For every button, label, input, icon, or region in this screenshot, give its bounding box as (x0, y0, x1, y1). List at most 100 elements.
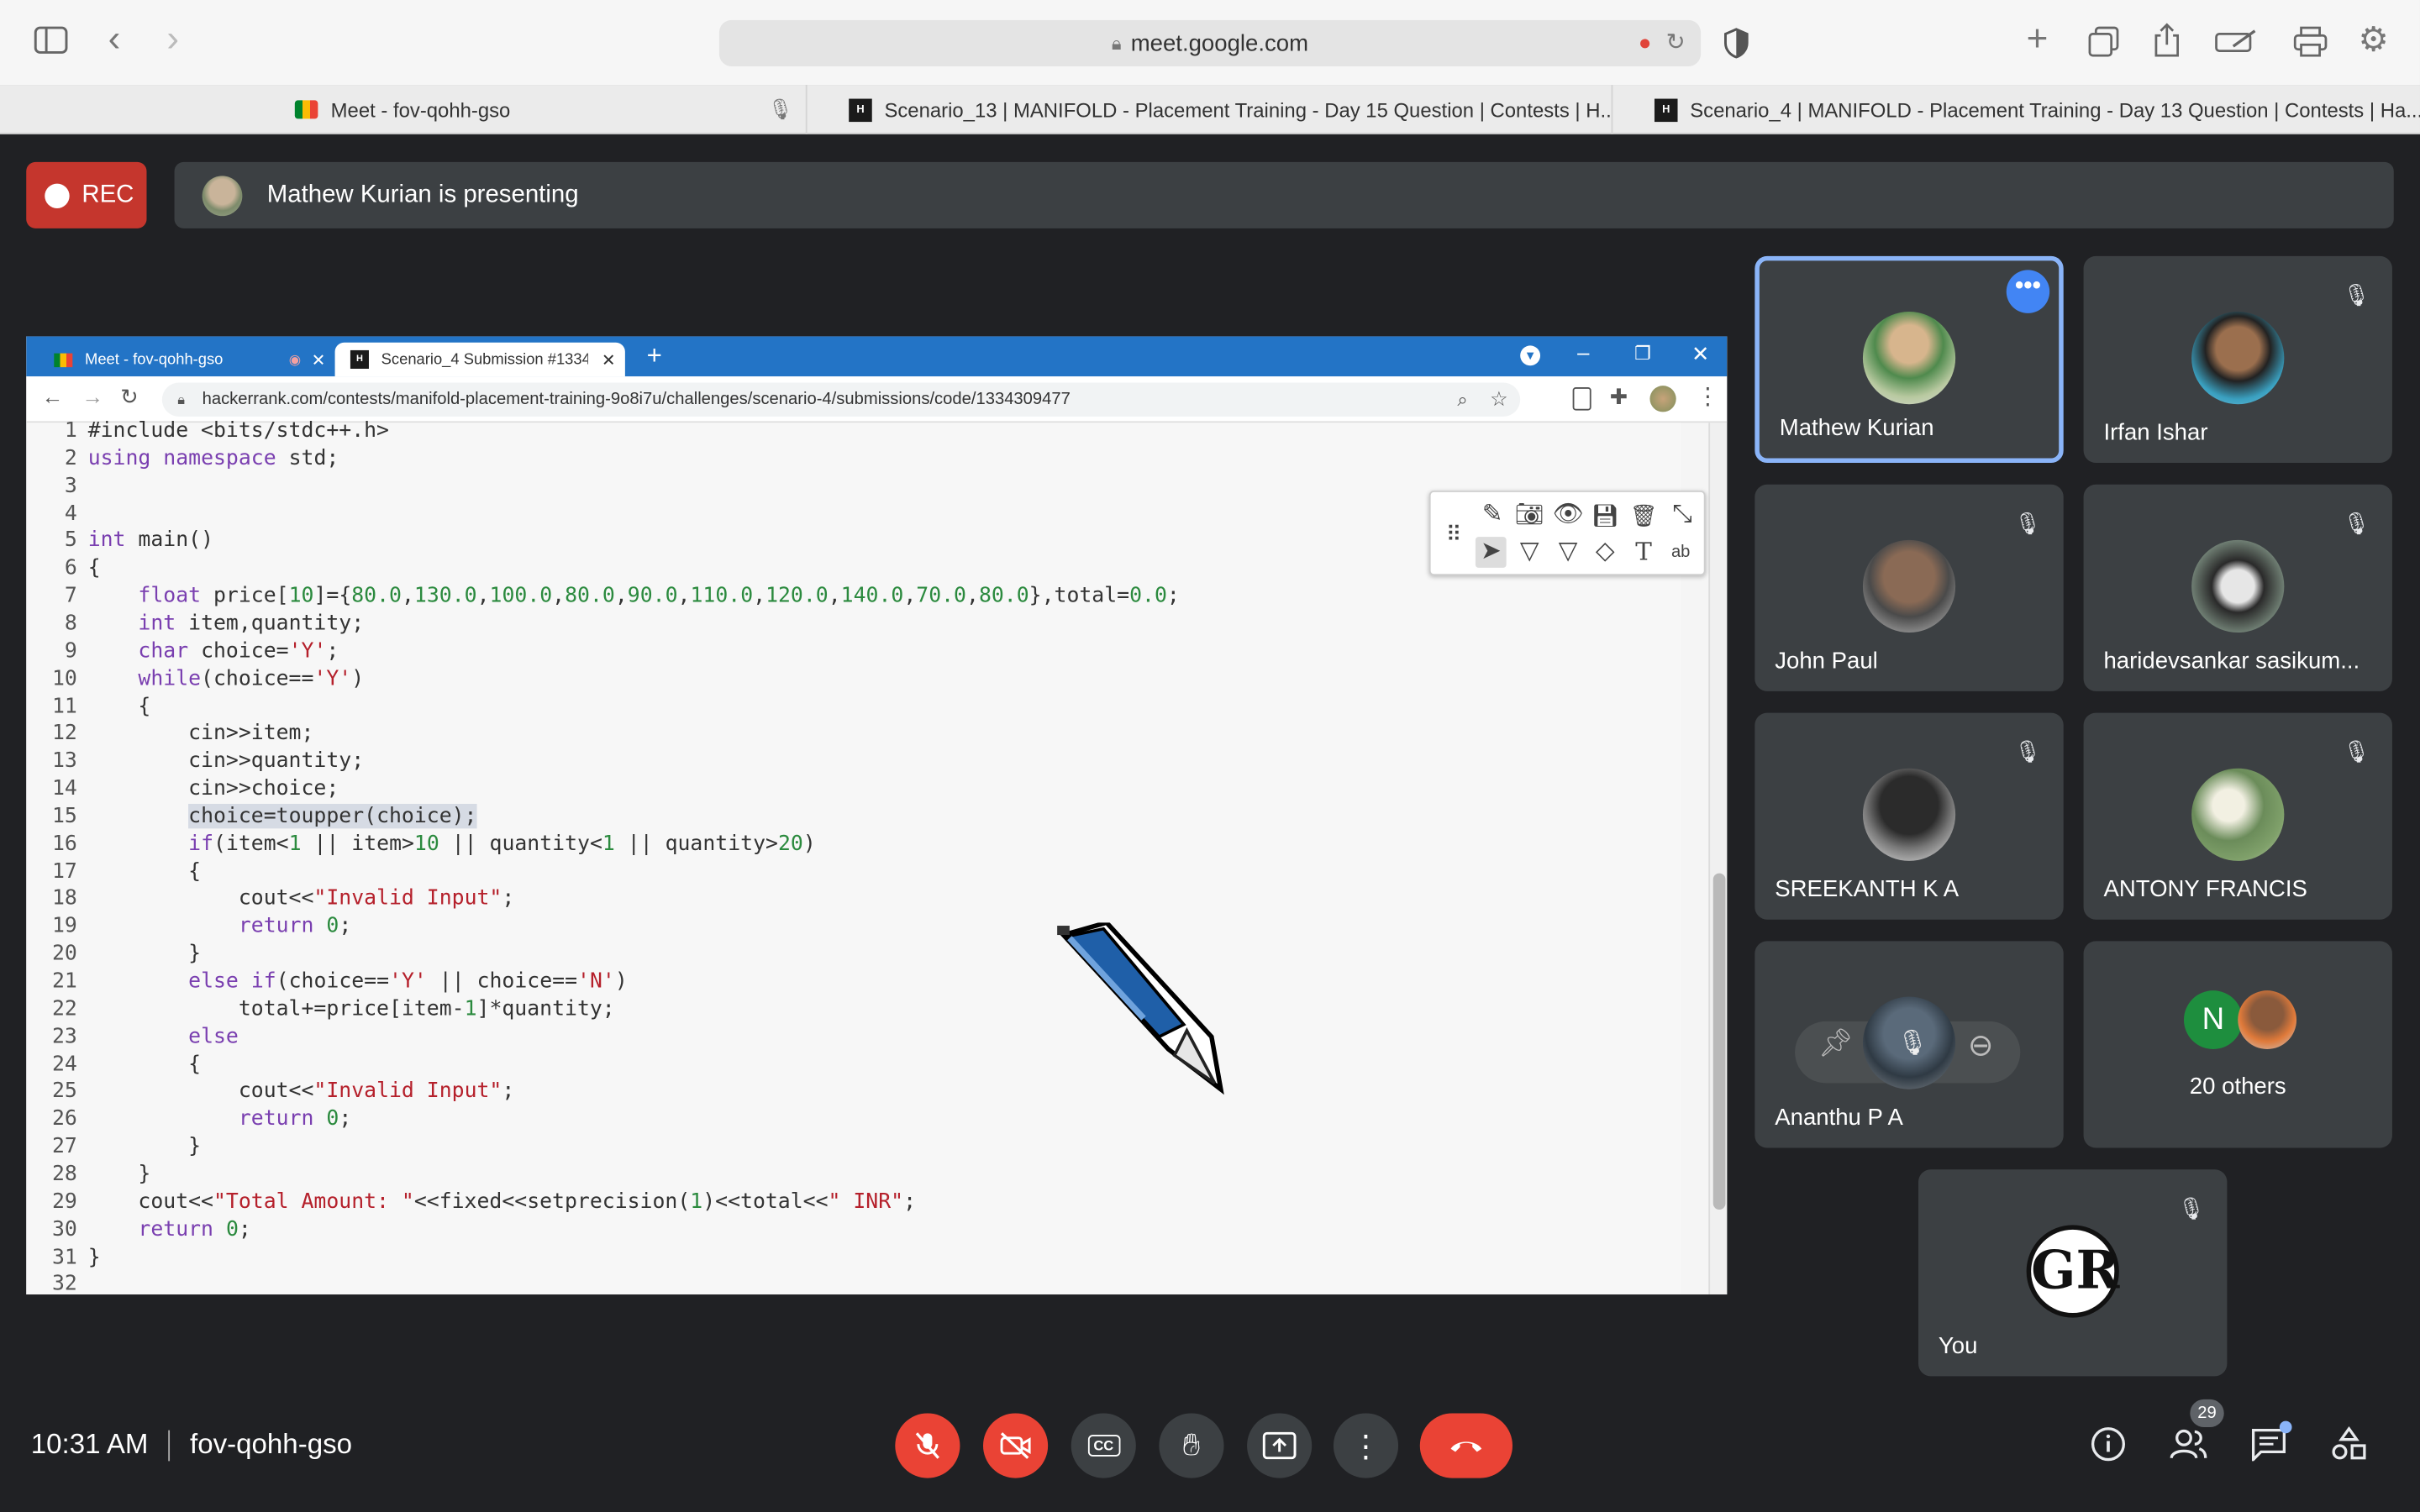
close-icon: ✕ (601, 350, 616, 370)
url-text: hackerrank.com/contests/manifold-placeme… (202, 390, 1071, 409)
avatar (2238, 990, 2297, 1049)
code-line: 27 } (26, 1132, 201, 1160)
avatar (2191, 539, 2285, 633)
present-button[interactable] (1247, 1413, 1313, 1478)
code-text: choice=toupper(choice); (188, 803, 477, 829)
code-text: total+=price[item-1]*quantity; (87, 996, 615, 1021)
print-icon[interactable] (2293, 26, 2328, 63)
recording-label: REC (82, 181, 134, 208)
code-text: { (87, 693, 151, 718)
chat-button[interactable] (2245, 1420, 2292, 1467)
hackerrank-favicon-icon: H (350, 349, 369, 369)
code-text: char choice='Y'; (138, 638, 339, 664)
self-tile[interactable]: GR 🎙︎ You (1918, 1169, 2228, 1377)
highlighter-icon: ✎ (1481, 501, 1503, 528)
more-options-button[interactable]: ⋮ (1333, 1413, 1399, 1478)
tab-scenario-4[interactable]: H Scenario_4 | MANIFOLD - Placement Trai… (1611, 85, 2420, 134)
remove-icon[interactable]: ⊖ (1968, 1026, 1994, 1064)
line-number: 31 (51, 1244, 77, 1269)
tab-scenario-13[interactable]: H Scenario_13 | MANIFOLD - Placement Tra… (805, 85, 1612, 134)
activities-button[interactable] (2326, 1421, 2372, 1467)
code-line: 23 else (26, 1022, 239, 1050)
share-icon[interactable] (2153, 23, 2181, 64)
code-text: cout<<"Invalid Input"; (87, 1079, 515, 1104)
pen-icon: ▽ (1519, 538, 1539, 565)
leave-call-button[interactable] (1419, 1413, 1512, 1478)
address-bar[interactable]: 🔒︎ meet.google.com ● ↻ (718, 19, 1702, 66)
code-text: { (87, 858, 202, 884)
participant-tile[interactable]: 🎙︎ SREEKANTH K A (1754, 712, 2064, 920)
code-text: } (87, 941, 202, 967)
tab-search-icon: ▼ (1520, 345, 1541, 366)
mic-off-icon (915, 1432, 939, 1459)
tab-title: Meet - fov-qohh-gso (330, 97, 511, 122)
avatar (1862, 768, 1956, 861)
tab-title: Scenario_4 Submission #13343094 (381, 350, 588, 369)
mic-icon[interactable]: 🎙︎ (1897, 1027, 1928, 1058)
camera-toggle-button[interactable] (982, 1413, 1049, 1478)
code-text: int main() (87, 528, 214, 554)
code-text: } (87, 1134, 202, 1159)
participant-tile[interactable]: 🎙︎ ANTONY FRANCIS (2083, 712, 2392, 920)
shared-screen[interactable]: Meet - fov-qohh-gso ◉ ✕ H Scenario_4 Sub… (26, 336, 1728, 1295)
code-text: cin>>choice; (87, 775, 339, 801)
restore-icon: ❐ (1634, 342, 1651, 365)
participant-tile[interactable]: 🎙︎ haridevsankar sasikum... (2083, 484, 2392, 691)
lock-icon: 🔒︎ (1111, 31, 1122, 54)
participant-tile[interactable]: 🎙︎ John Paul (1754, 484, 2064, 691)
code-text: int item,quantity; (138, 611, 365, 636)
code-line: 14 cin>>choice; (26, 774, 339, 802)
avatar (202, 175, 243, 216)
mic-off-icon: 🎙︎ (2343, 510, 2371, 536)
reload-icon[interactable]: ↻ (1666, 28, 1686, 55)
sidebar-icon[interactable] (34, 26, 68, 60)
code-line: 2 using namespace std; (26, 444, 339, 472)
code-line: 3 (26, 471, 87, 499)
people-button[interactable]: 29 (2165, 1399, 2224, 1467)
more-options-icon[interactable]: ••• (2006, 270, 2050, 313)
code-line: 17 { (26, 857, 201, 885)
code-text: else if(choice=='Y' || choice=='N') (188, 969, 628, 994)
participant-name: Irfan Ishar (2103, 419, 2208, 446)
gear-icon[interactable]: ⚙ (2359, 23, 2389, 56)
pin-icon[interactable]: 📌︎ (1818, 1027, 1854, 1060)
drag-handle-icon: ⠿ (1445, 521, 1462, 547)
code-line: 29 cout<<"Total Amount: "<<fixed<<setpre… (26, 1188, 916, 1215)
trash-icon: 🗑︎ (1629, 502, 1658, 528)
code-text: return 0; (138, 1216, 251, 1242)
privacy-shield-icon[interactable] (1723, 28, 1750, 65)
tab-overview-icon[interactable] (2088, 26, 2119, 63)
code-line: 28 } (26, 1160, 150, 1188)
hand-icon: ✋︎ (1182, 1427, 1201, 1462)
microphone-icon[interactable]: ● (1639, 29, 1652, 54)
forward-icon[interactable]: › (166, 21, 179, 58)
code-text: } (87, 1161, 151, 1187)
line-number: 28 (51, 1161, 77, 1187)
line-number: 30 (51, 1216, 77, 1242)
line-number: 2 (64, 445, 77, 470)
line-number: 27 (51, 1134, 77, 1159)
line-number: 3 (64, 473, 77, 498)
annotation-toolbar: ⠿ ✎ 📷︎ 👁︎ 💾︎ 🗑︎ ⤡ ➤ ▽ ▽ ◇ T ab (1428, 491, 1706, 576)
tab-title: Scenario_4 | MANIFOLD - Placement Traini… (1690, 97, 2420, 122)
recording-icon: ◉ (288, 350, 302, 367)
raise-hand-button[interactable]: ✋︎ (1159, 1413, 1224, 1478)
mic-toggle-button[interactable] (895, 1413, 960, 1478)
others-tile[interactable]: N 20 others (2083, 941, 2392, 1148)
captions-button[interactable]: CC (1071, 1413, 1136, 1478)
line-number: 22 (51, 996, 77, 1021)
meeting-info-button[interactable] (2085, 1421, 2131, 1467)
participant-name: Mathew Kurian (1779, 415, 1934, 442)
mic-off-icon: 🎙︎ (2343, 738, 2371, 764)
participant-tile[interactable]: 📌︎ 🎙︎ ⊖ Ananthu P A (1754, 941, 2064, 1148)
tab-meet[interactable]: Meet - fov-qohh-gso 🎙︎ (0, 85, 806, 134)
line-number: 17 (51, 858, 77, 884)
new-tab-icon[interactable]: + (2027, 21, 2049, 58)
participant-tile[interactable]: ••• Mathew Kurian (1754, 255, 2064, 464)
spellcheck-icon: ab (1670, 543, 1691, 562)
annotate-icon[interactable] (2215, 28, 2258, 59)
participant-tile[interactable]: 🎙︎ Irfan Ishar (2083, 255, 2392, 464)
back-icon[interactable]: ‹ (108, 21, 121, 58)
captions-icon: CC (1086, 1435, 1120, 1457)
line-number: 23 (51, 1024, 77, 1049)
